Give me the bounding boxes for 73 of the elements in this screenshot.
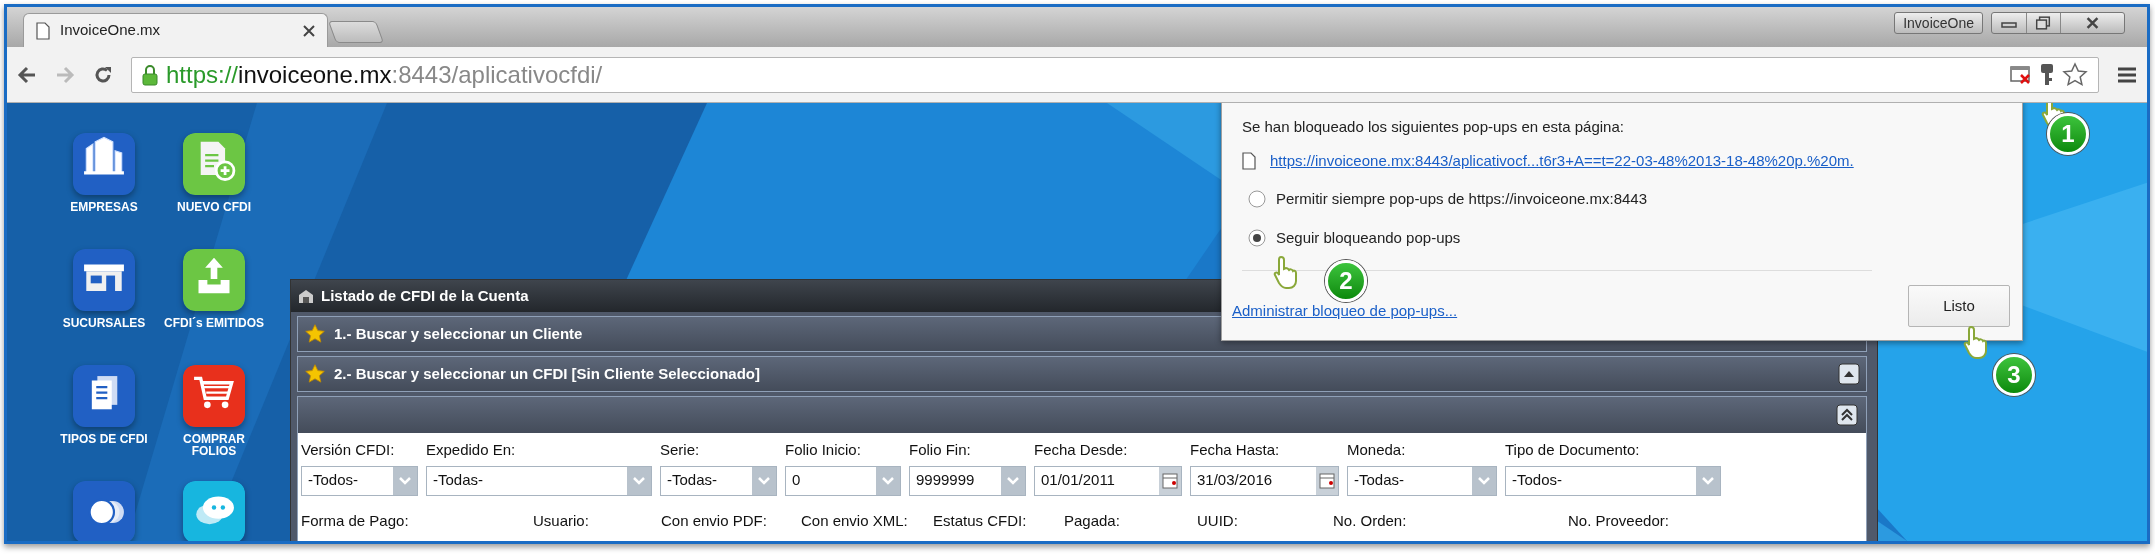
date-field[interactable]: 31/03/2016 [1190,465,1339,496]
section-header[interactable]: 2.- Buscar y seleccionar un CFDI [Sin Cliente Seleccionado] [297,356,1867,392]
document-add-icon[interactable] [183,133,245,195]
chat-icon[interactable] [183,481,245,541]
back-icon[interactable] [17,65,37,84]
app-label[interactable]: EMPRESAS [54,201,154,213]
reload-icon[interactable] [93,64,113,85]
app-label[interactable]: SUCURSALES [54,317,154,329]
field-label: Estatus CFDI: [933,510,1028,531]
section-title: 2.- Buscar y seleccionar un CFDI [Sin Cliente Seleccionado] [334,363,761,384]
dropdown[interactable]: 9999999 [909,465,1026,496]
coins-icon[interactable] [73,481,135,541]
window-title: Listado de CFDI de la Cuenta [321,285,529,306]
field-label: Fecha Hasta: [1190,440,1281,460]
dropdown[interactable]: -Todos- [301,465,418,496]
field-label: Moneda: [1347,440,1407,460]
building-icon[interactable] [73,133,135,195]
radio-button[interactable] [1248,228,1266,247]
documents-icon[interactable] [73,365,135,427]
lock-icon [142,63,158,86]
dropdown[interactable]: -Todas- [426,465,652,496]
field-label: Versión CFDI: [301,440,396,460]
field-label: Con envio XML: [801,510,909,531]
field-label: No. Orden: [1333,510,1408,531]
dropdown[interactable]: 0 [785,465,901,496]
key-icon[interactable] [2040,62,2054,87]
window-app-icon [297,288,315,304]
field-label: Folio Fin: [909,440,972,460]
storefront-icon[interactable] [73,249,135,311]
done-button[interactable]: Listo [1908,285,2010,327]
field-label: UUID: [1197,510,1239,531]
star-icon [304,363,326,385]
collapse-icon[interactable] [1836,404,1858,426]
menu-icon[interactable] [2117,65,2137,84]
app-label[interactable]: NUEVO CFDI [164,201,264,213]
close-icon[interactable] [303,24,315,37]
field-label: Con envio PDF: [661,510,768,531]
field-label: No. Proveedor: [1568,510,1670,531]
page-icon [36,21,50,40]
url-text: https://invoiceone.mx:8443/aplicativocfdi/ [166,59,603,90]
app-label[interactable]: CFDI´s EMITIDOS [164,317,264,329]
dropdown[interactable]: -Todos- [1505,465,1721,496]
dropdown[interactable]: -Todas- [660,465,777,496]
popup-heading: Se han bloqueado los siguientes pop-ups en esta página: [1242,117,1624,137]
field-label: Expedido En: [426,440,517,460]
upload-icon[interactable] [183,249,245,311]
cart-icon[interactable] [183,365,245,427]
star-icon [304,323,326,345]
calendar-icon[interactable] [1159,466,1181,495]
address-bar[interactable]: https://invoiceone.mx:8443/aplicativocfdi/ [131,56,2099,93]
date-field[interactable]: 01/01/2011 [1034,465,1182,496]
radio-button[interactable] [1248,190,1266,209]
star-icon[interactable] [2062,61,2088,88]
dropdown[interactable]: -Todas- [1347,465,1497,496]
field-label: Usuario: [533,510,590,531]
popup-blocked-icon[interactable] [2010,64,2032,85]
field-label: Fecha Desde: [1034,440,1129,460]
browser-tab[interactable]: InvoiceOne.mx [23,13,328,47]
app-label[interactable]: TIPOS DE CFDI [54,433,154,445]
collapse-icon[interactable] [1838,363,1860,385]
radio-option[interactable]: Seguir bloqueando pop-ups [1248,226,1647,249]
field-label: Forma de Pago: [301,510,410,531]
radio-option[interactable]: Permitir siempre pop-ups de https://invoiceone.mx:8443 [1248,188,1647,211]
field-label: Pagada: [1064,510,1121,531]
field-label: Tipo de Documento: [1505,440,1641,460]
profile-button[interactable]: InvoiceOne [1894,12,1983,34]
page-icon [1242,152,1256,171]
field-label: Folio Inicio: [785,440,862,460]
calendar-icon[interactable] [1316,466,1338,495]
section-title: 1.- Buscar y seleccionar un Cliente [334,323,584,344]
popup-link[interactable]: https://invoiceone.mx:8443/aplicativocf...t6r3+A==t=22-03-48%2013-18-48%20p.%20m. [1270,150,1854,173]
field-label: Serie: [660,440,701,460]
app-label[interactable]: COMPRAR FOLIOS [164,433,264,457]
